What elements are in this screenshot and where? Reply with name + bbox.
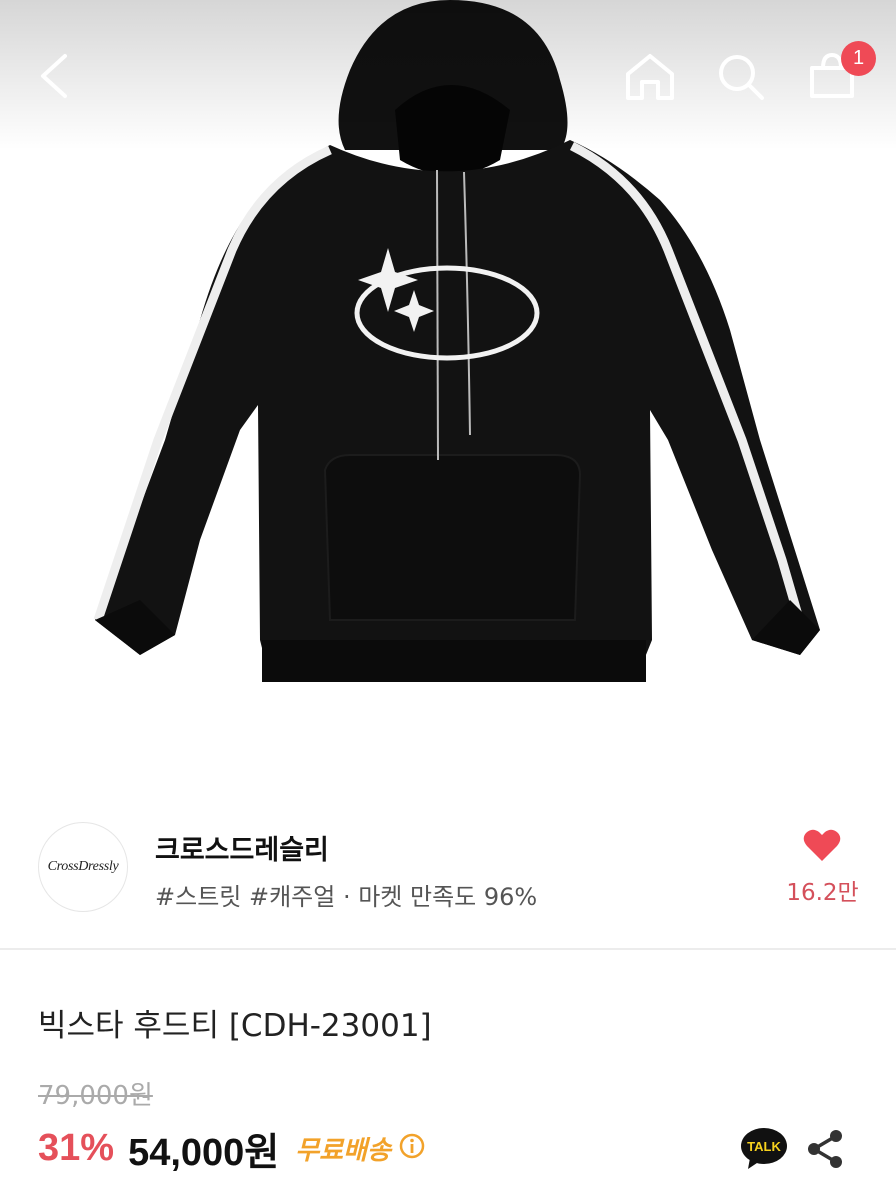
shop-logo-text: CrossDressly xyxy=(47,859,119,874)
shop-logo[interactable]: CrossDressly xyxy=(38,822,128,912)
chevron-left-icon xyxy=(41,54,67,98)
heart-icon xyxy=(803,829,841,861)
original-price: 79,000원 xyxy=(38,1081,153,1111)
search-button[interactable] xyxy=(715,52,767,106)
sale-price: 54,000원 xyxy=(128,1131,280,1174)
talk-label: TALK xyxy=(747,1139,781,1154)
top-navigation-bar: 1 xyxy=(0,0,896,150)
shipping-info-button[interactable] xyxy=(399,1133,425,1163)
price-row: 31% 54,000원 무료배송 xyxy=(38,1123,425,1174)
shop-name[interactable]: 크로스드레슬리 xyxy=(155,828,329,867)
discount-rate: 31% xyxy=(38,1126,115,1169)
free-shipping-label: 무료배송 xyxy=(295,1135,391,1166)
info-icon xyxy=(399,1133,425,1159)
shop-tags: #스트릿 #캐주얼 · 마켓 만족도 96% xyxy=(155,883,538,911)
section-divider xyxy=(0,948,896,950)
share-button[interactable] xyxy=(805,1128,845,1174)
home-button[interactable] xyxy=(622,52,678,106)
shop-info-section xyxy=(0,800,896,948)
kakao-talk-button[interactable]: TALK xyxy=(740,1126,788,1174)
like-button[interactable] xyxy=(803,828,841,866)
share-icon xyxy=(808,1130,842,1168)
talk-icon: TALK xyxy=(741,1128,787,1169)
product-title: 빅스타 후드티 [CDH-23001] xyxy=(38,1008,432,1044)
search-icon xyxy=(719,55,764,100)
like-count: 16.2만 xyxy=(786,880,859,906)
back-button[interactable] xyxy=(35,52,75,104)
cart-count-badge: 1 xyxy=(841,41,876,76)
home-icon xyxy=(626,54,674,100)
